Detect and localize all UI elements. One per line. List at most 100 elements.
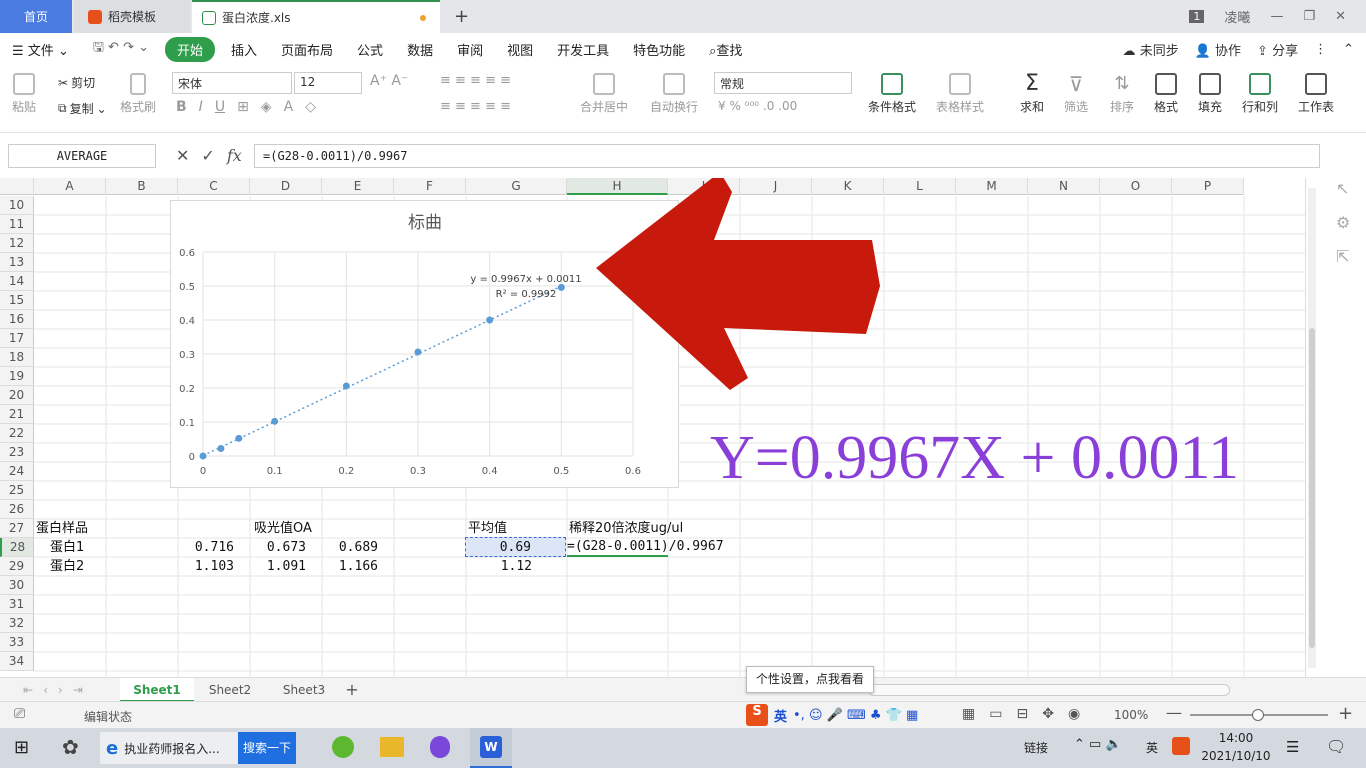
vertical-scrollbar[interactable] <box>1308 188 1316 668</box>
table-style-button[interactable]: 表格样式 <box>936 73 984 115</box>
zoom-slider[interactable] <box>1190 709 1328 721</box>
menu-file[interactable]: ☰ 文件 ⌄ <box>0 40 81 59</box>
menu-insert[interactable]: 插入 <box>219 40 269 59</box>
tab-home[interactable]: 首页 <box>0 0 72 33</box>
font-size-select[interactable]: 12 <box>294 72 362 94</box>
taskbar-search-button[interactable]: 搜索一下 <box>238 732 296 764</box>
cell-a29[interactable]: 蛋白2 <box>50 557 84 576</box>
collab-button[interactable]: 👤 协作 <box>1195 40 1241 59</box>
number-format-select[interactable]: 常规 <box>714 72 852 94</box>
cell-h27[interactable]: 稀释20倍浓度ug/ul <box>569 519 683 538</box>
taskview-icon[interactable]: ☰ <box>1286 738 1299 756</box>
add-sheet-icon[interactable]: + <box>340 678 364 702</box>
confirm-icon[interactable]: ✓ <box>201 146 214 165</box>
horizontal-scrollbar[interactable] <box>868 684 1230 696</box>
sogou-icon[interactable]: S <box>746 704 768 726</box>
menu-features[interactable]: 特色功能 <box>621 40 697 59</box>
border-icon[interactable]: ⊞ <box>237 99 249 115</box>
font-style-buttons[interactable]: B I U ⊞ ◈ A ◇ <box>176 99 316 115</box>
share-button[interactable]: ⇪ 分享 <box>1257 40 1298 59</box>
cut-button[interactable]: ✂ 剪切 <box>58 74 95 91</box>
cell-c29[interactable]: 1.103 <box>180 557 234 576</box>
taskbar-wps[interactable]: W <box>470 728 512 768</box>
notification-icon[interactable]: 🗨 <box>1326 737 1346 756</box>
quick-access-icons[interactable]: 🖫 ↶ ↷ ⌄ <box>81 38 161 60</box>
settings-tool-icon[interactable]: ⚙ <box>1336 206 1350 240</box>
tray-icons[interactable]: ⌃ ▭ 🔈 <box>1074 737 1122 752</box>
cell-a28[interactable]: 蛋白1 <box>50 538 84 557</box>
ime-toolbar[interactable]: S 英 •, ☺ 🎤 ⌨ ♣ 👕 ▦ <box>746 704 918 726</box>
ime-tools-icon[interactable]: •, ☺ 🎤 ⌨ ♣ 👕 ▦ <box>793 708 918 723</box>
fill-button[interactable]: 填充 <box>1198 73 1222 115</box>
window-badge[interactable]: 1 <box>1189 10 1205 23</box>
app-icon[interactable]: ✿ <box>62 735 79 759</box>
menu-search[interactable]: ⌕查找 <box>697 40 754 59</box>
wrap-button[interactable]: 自动换行 <box>650 73 698 115</box>
fill-color-icon[interactable]: ◈ <box>261 99 272 115</box>
sheet-tab-2[interactable]: Sheet2 <box>196 678 264 702</box>
view-buttons[interactable]: ▦ ▭ ⊟ ✥ ◉ <box>962 706 1080 722</box>
merge-button[interactable]: 合并居中 <box>580 73 628 115</box>
collapse-ribbon-icon[interactable]: ⌃ <box>1343 42 1354 57</box>
share-tool-icon[interactable]: ⇱ <box>1336 240 1350 274</box>
more-icon[interactable]: ⋮ <box>1314 42 1327 57</box>
cell-e28[interactable]: 0.689 <box>324 538 378 557</box>
zoom-in-icon[interactable]: + <box>1338 703 1353 724</box>
close-icon[interactable]: ✕ <box>1335 9 1346 24</box>
format-button[interactable]: 格式 <box>1154 73 1178 115</box>
sum-button[interactable]: Σ 求和 <box>1020 73 1044 115</box>
copy-button[interactable]: ⧉ 复制 ⌄ <box>58 100 107 117</box>
cell-d28[interactable]: 0.673 <box>252 538 306 557</box>
user-name[interactable]: 凌曦 <box>1224 7 1250 26</box>
scrollbar-thumb[interactable] <box>1309 328 1315 648</box>
underline-icon[interactable]: U <box>215 99 225 115</box>
menu-start[interactable]: 开始 <box>165 36 216 62</box>
app-drop-icon[interactable] <box>430 736 450 758</box>
sheet-tab-1[interactable]: Sheet1 <box>120 678 194 702</box>
format-painter-button[interactable]: 格式刷 <box>120 73 156 115</box>
cell-e29[interactable]: 1.166 <box>324 557 378 576</box>
formula-input[interactable]: =(G28-0.0011)/0.9967 <box>254 144 1320 168</box>
cell-g28[interactable]: 0.69 <box>465 537 566 557</box>
menu-formula[interactable]: 公式 <box>345 40 395 59</box>
ime-lang[interactable]: 英 <box>774 706 787 725</box>
menu-page-layout[interactable]: 页面布局 <box>269 40 345 59</box>
font-size-buttons[interactable]: A⁺ A⁻ <box>370 73 408 89</box>
sort-button[interactable]: ⇅ 排序 <box>1110 73 1134 115</box>
number-buttons[interactable]: ¥ % ⁰⁰⁰ .0 .00 <box>718 99 797 113</box>
cell-c28[interactable]: 0.716 <box>180 538 234 557</box>
worksheet-button[interactable]: 工作表 <box>1298 73 1334 115</box>
align-buttons[interactable]: ≡ ≡ ≡ ≡ ≡ <box>440 73 511 88</box>
normal-view-icon[interactable]: ▦ <box>962 706 975 722</box>
break-view-icon[interactable]: ⊟ <box>1016 706 1028 722</box>
sheet-nav-buttons[interactable]: ⇤‹›⇥ <box>8 678 108 702</box>
cell-d29[interactable]: 1.091 <box>252 557 306 576</box>
paste-button[interactable]: 粘贴 <box>12 73 36 115</box>
menu-developer[interactable]: 开发工具 <box>545 40 621 59</box>
menu-review[interactable]: 审阅 <box>445 40 495 59</box>
zoom-level[interactable]: 100% <box>1114 708 1148 722</box>
tab-file[interactable]: 蛋白浓度.xls <box>192 0 440 33</box>
cell-h28[interactable]: =(G28-0.0011)/0.9967 <box>567 537 724 557</box>
new-tab-button[interactable]: + <box>454 0 469 33</box>
halign-buttons[interactable]: ≡ ≡ ≡ ≡ ≡ <box>440 99 511 114</box>
menu-data[interactable]: 数据 <box>395 40 445 59</box>
cancel-icon[interactable]: ✕ <box>176 146 189 165</box>
clock-date[interactable]: 2021/10/10 <box>1200 749 1272 763</box>
sync-button[interactable]: ☁ 未同步 <box>1123 40 1179 59</box>
fx-icon[interactable]: fx <box>227 146 242 165</box>
cell-g27[interactable]: 平均值 <box>468 519 507 538</box>
spreadsheet-grid[interactable]: ABCDEFGHIJKLMNOP 10111213141516171819202… <box>0 178 1305 677</box>
tray-sogou-icon[interactable] <box>1172 737 1190 755</box>
reading-view-icon[interactable]: ✥ <box>1042 706 1054 722</box>
windows-start-icon[interactable]: ⊞ <box>14 737 29 758</box>
tray-link[interactable]: 链接 <box>1024 739 1048 756</box>
tray-lang[interactable]: 英 <box>1146 739 1158 756</box>
restore-icon[interactable]: ❐ <box>1303 9 1315 24</box>
eye-icon[interactable]: ◉ <box>1068 706 1080 722</box>
zoom-out-icon[interactable]: — <box>1166 703 1182 722</box>
minimize-icon[interactable]: — <box>1270 9 1283 24</box>
menu-view[interactable]: 视图 <box>495 40 545 59</box>
taskbar-browser[interactable]: e 执业药师报名入... <box>100 732 238 764</box>
rowcol-button[interactable]: 行和列 <box>1242 73 1278 115</box>
